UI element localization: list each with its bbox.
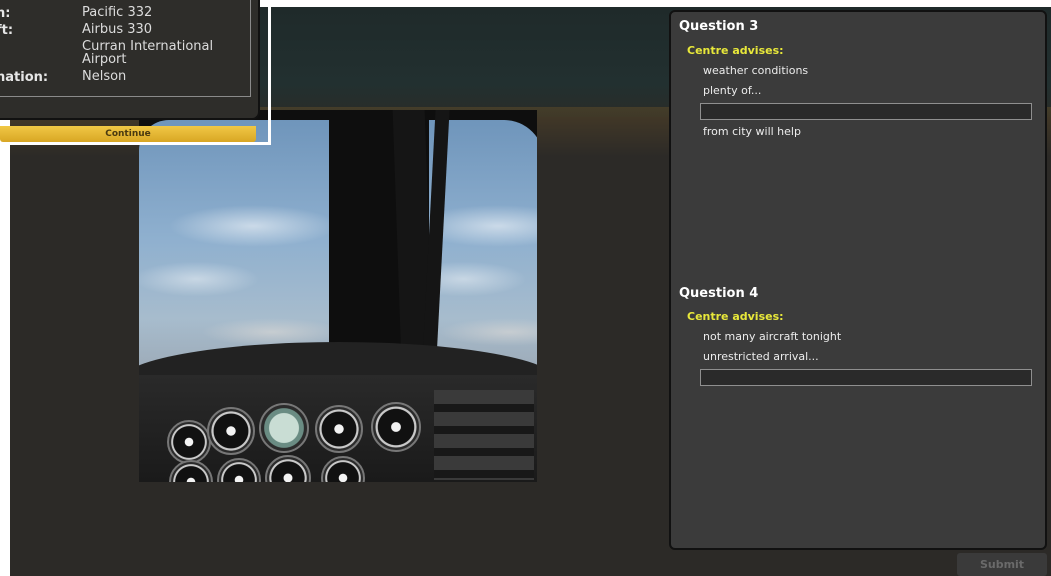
- info-value: Curran International Airport: [82, 39, 214, 67]
- question-4-advises: Centre advises:: [687, 310, 784, 323]
- attitude-indicator-icon: [259, 403, 309, 453]
- question-4-line-2: unrestricted arrival...: [703, 350, 819, 363]
- info-key: n:: [0, 6, 11, 21]
- cockpit-image: [139, 110, 537, 482]
- question-3-line-1: weather conditions: [703, 64, 809, 77]
- continue-button[interactable]: Continue: [0, 126, 256, 142]
- info-value: Nelson: [82, 69, 127, 84]
- airspeed-gauge-icon: [207, 407, 255, 455]
- gauge-icon: [371, 402, 421, 452]
- info-key: ft:: [0, 23, 14, 38]
- gauge-icon: [167, 420, 211, 464]
- info-value: Pacific 332: [82, 5, 153, 20]
- altimeter-gauge-icon: [315, 405, 363, 453]
- question-4-title: Question 4: [679, 286, 759, 301]
- question-3-advises: Centre advises:: [687, 44, 784, 57]
- question-3-title: Question 3: [679, 19, 759, 34]
- info-key: nation:: [0, 70, 49, 85]
- question-4-line-1: not many aircraft tonight: [703, 330, 842, 343]
- question-3-answer-input[interactable]: [700, 103, 1032, 120]
- radio-stack: [434, 390, 534, 480]
- info-key: :: [0, 40, 1, 55]
- flight-info-box: n: Pacific 332 ft: Airbus 330 : Curran I…: [0, 0, 251, 97]
- question-3-line-2: plenty of...: [703, 84, 762, 97]
- question-3-line-3: from city will help: [703, 125, 801, 138]
- flight-info-panel: n: Pacific 332 ft: Airbus 330 : Curran I…: [0, 0, 260, 120]
- submit-button[interactable]: Submit: [957, 553, 1047, 576]
- info-value: Airbus 330: [82, 22, 153, 37]
- question-4-answer-input[interactable]: [700, 369, 1032, 386]
- questions-panel: Question 3 Centre advises: weather condi…: [669, 10, 1047, 550]
